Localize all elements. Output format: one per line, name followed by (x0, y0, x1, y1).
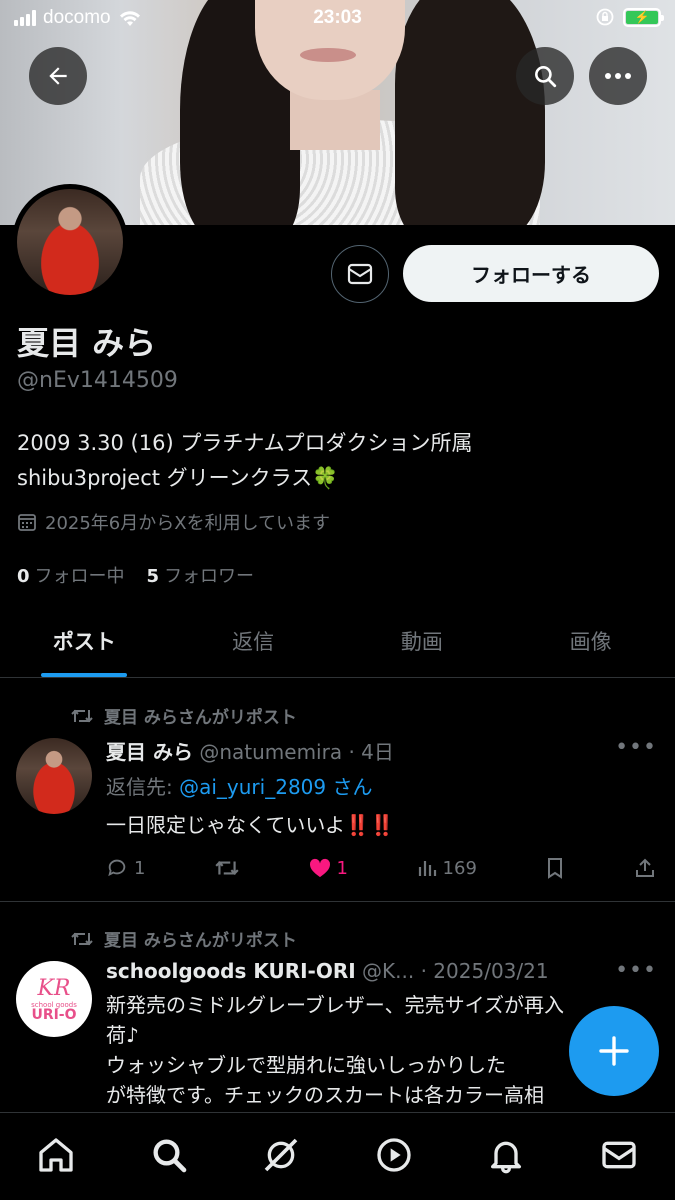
share-button[interactable] (634, 857, 656, 879)
bottom-navigation (0, 1112, 675, 1200)
home-icon (39, 1138, 73, 1172)
views-icon (418, 861, 436, 876)
calendar-icon (18, 514, 36, 531)
followers-count: 5 (146, 566, 160, 587)
post-text-line: 新発売のミドルグレーブレザー、完売サイズが再入 (106, 993, 564, 1017)
nav-notifications[interactable] (476, 1135, 536, 1175)
post-avatar[interactable]: KR school goods URI-O (16, 961, 92, 1037)
profile-bio: 2009 3.30 (16) プラチナムプロダクション所属 shibu3proj… (17, 426, 657, 496)
repost-icon (71, 709, 93, 722)
repost-label: 夏目 みらさんがリポスト (104, 708, 297, 728)
reply-label: 返信先: (106, 775, 180, 799)
bell-icon (491, 1141, 522, 1174)
status-time: 23:03 (313, 7, 362, 28)
tab-replies[interactable]: 返信 (169, 610, 338, 677)
bookmark-icon (548, 858, 563, 879)
following-label: フォロー中 (34, 566, 125, 587)
tab-posts[interactable]: ポスト (0, 610, 169, 677)
logo-name: URI-O (31, 1006, 77, 1023)
followers-link[interactable]: 5 フォロワー (147, 562, 255, 588)
joined-text: 2025年6月からXを利用しています (45, 513, 331, 534)
follow-stats: 0 フォロー中 5 フォロワー (17, 562, 254, 588)
post-author[interactable]: 夏目 みら (106, 740, 193, 764)
post-actions: 1 1 169 (106, 857, 656, 879)
grok-icon (264, 1138, 298, 1172)
more-button[interactable] (589, 47, 647, 105)
back-arrow-icon (49, 67, 67, 85)
orientation-lock-icon (596, 8, 614, 26)
tab-images[interactable]: 画像 (506, 610, 675, 677)
post-avatar[interactable] (16, 738, 92, 814)
post-more-button[interactable]: ••• (615, 735, 657, 760)
nav-home[interactable] (26, 1135, 86, 1175)
profile-tabs: ポスト 返信 動画 画像 (0, 610, 675, 678)
follow-button[interactable]: フォローする (403, 245, 659, 302)
reply-icon (108, 859, 126, 877)
repost-indicator: 夏目 みらさんがリポスト (70, 926, 297, 951)
search-icon (535, 66, 557, 88)
bio-line: shibu3project グリーンクラス🍀 (17, 466, 339, 490)
bookmark-button[interactable] (545, 857, 565, 879)
post-time: · 2025/03/21 (420, 959, 549, 983)
profile-avatar[interactable] (12, 184, 128, 300)
like-button[interactable]: 1 (309, 858, 348, 879)
back-button[interactable] (29, 47, 87, 105)
brand-logo: KR school goods URI-O (16, 961, 92, 1037)
repost-label: 夏目 みらさんがリポスト (104, 931, 297, 951)
heart-icon (309, 858, 330, 878)
search-button[interactable] (516, 47, 574, 105)
reply-to: 返信先: @ai_yuri_2809 さん (106, 771, 372, 800)
status-bar: docomo 23:03 ⚡ (0, 0, 675, 36)
followers-label: フォロワー (164, 566, 255, 587)
play-icon (377, 1138, 411, 1172)
plus-icon (599, 1036, 629, 1066)
post-item[interactable]: 夏目 みらさんがリポスト 夏目 みら @natumemira · 4日 ••• … (0, 679, 675, 901)
repost-icon (215, 861, 239, 875)
battery-icon: ⚡ (623, 7, 664, 27)
message-button[interactable] (331, 245, 389, 303)
views-button[interactable]: 169 (417, 858, 477, 879)
joined-date: 2025年6月からXを利用しています (17, 509, 330, 535)
following-link[interactable]: 0 フォロー中 (17, 562, 125, 588)
tab-videos[interactable]: 動画 (338, 610, 507, 677)
bio-line: 2009 3.30 (16) プラチナムプロダクション所属 (17, 431, 473, 455)
views-count: 169 (442, 857, 477, 879)
search-icon (153, 1139, 187, 1173)
like-count: 1 (336, 857, 348, 879)
share-icon (636, 858, 654, 877)
logo-mark: KR (37, 975, 71, 1001)
post-header: schoolgoods KURI-ORI @K... · 2025/03/21 (106, 959, 549, 983)
post-text: 一日限定じゃなくていいよ‼️‼️ (106, 813, 395, 837)
post-header: 夏目 みら @natumemira · 4日 (106, 736, 394, 765)
mail-icon (602, 1141, 636, 1169)
nav-grok[interactable] (251, 1135, 311, 1175)
post-time: · 4日 (348, 740, 394, 764)
profile-handle: @nEv1414509 (17, 368, 178, 393)
reply-button[interactable]: 1 (106, 857, 145, 879)
nav-search[interactable] (139, 1135, 199, 1175)
repost-icon (71, 932, 93, 945)
compose-button[interactable] (569, 1006, 659, 1096)
nav-video[interactable] (364, 1135, 424, 1175)
post-item[interactable]: 夏目 みらさんがリポスト KR school goods URI-O schoo… (0, 902, 675, 1112)
reply-target-link[interactable]: @ai_yuri_2809 さん (179, 775, 372, 799)
post-author[interactable]: schoolgoods KURI-ORI (106, 959, 356, 983)
profile-name: 夏目 みら (17, 324, 157, 362)
mail-icon (347, 263, 373, 285)
post-text-line: が特徴です。チェックのスカートは各カラー高相 (106, 1083, 544, 1107)
more-icon (605, 73, 631, 79)
post-handle: @natumemira (199, 740, 343, 764)
repost-indicator: 夏目 みらさんがリポスト (70, 703, 297, 728)
repost-button[interactable] (214, 858, 240, 878)
post-handle: @K... (362, 959, 415, 983)
nav-messages[interactable] (589, 1135, 649, 1175)
following-count: 0 (17, 566, 30, 587)
reply-count: 1 (134, 857, 146, 879)
post-more-button[interactable]: ••• (615, 958, 657, 983)
